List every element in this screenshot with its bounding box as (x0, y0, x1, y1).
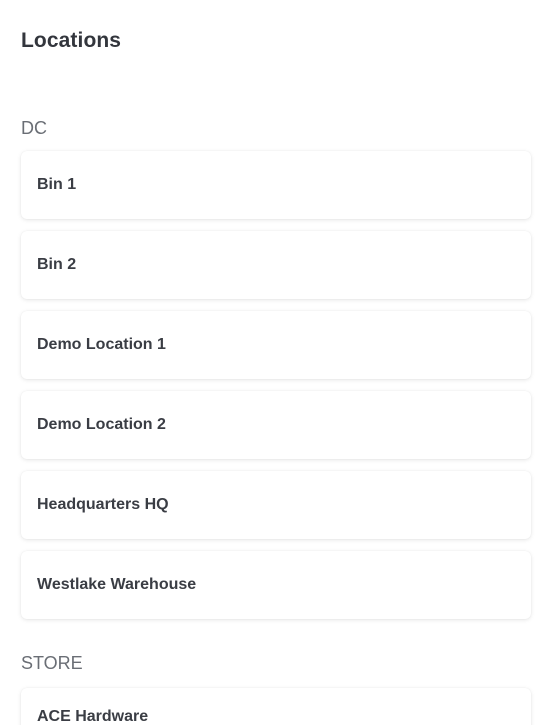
location-item-bin-1[interactable]: Bin 1 (21, 151, 531, 219)
location-item-demo-location-2[interactable]: Demo Location 2 (21, 391, 531, 459)
location-item-demo-location-1[interactable]: Demo Location 1 (21, 311, 531, 379)
locations-page: Locations DC Bin 1 Bin 2 Demo Location 1… (0, 0, 538, 725)
location-item-label: Demo Location 1 (37, 336, 166, 353)
page-title: Locations (21, 29, 122, 52)
group-label-dc: DC (21, 118, 47, 138)
location-item-label: Headquarters HQ (37, 496, 169, 513)
group-label-store: STORE (21, 653, 83, 673)
location-item-label: ACE Hardware (37, 708, 149, 725)
location-item-bin-2[interactable]: Bin 2 (21, 231, 531, 299)
location-item-label: Westlake Warehouse (37, 576, 197, 593)
location-list-dc: Bin 1 Bin 2 Demo Location 1 Demo Locatio… (21, 151, 531, 631)
location-item-label: Bin 2 (37, 256, 77, 273)
location-list-store: ACE Hardware (21, 688, 531, 725)
location-item-westlake-warehouse[interactable]: Westlake Warehouse (21, 551, 531, 619)
location-item-headquarters-hq[interactable]: Headquarters HQ (21, 471, 531, 539)
location-item-label: Demo Location 2 (37, 416, 166, 433)
location-item-ace-hardware[interactable]: ACE Hardware (21, 688, 531, 725)
location-item-label: Bin 1 (37, 176, 77, 193)
